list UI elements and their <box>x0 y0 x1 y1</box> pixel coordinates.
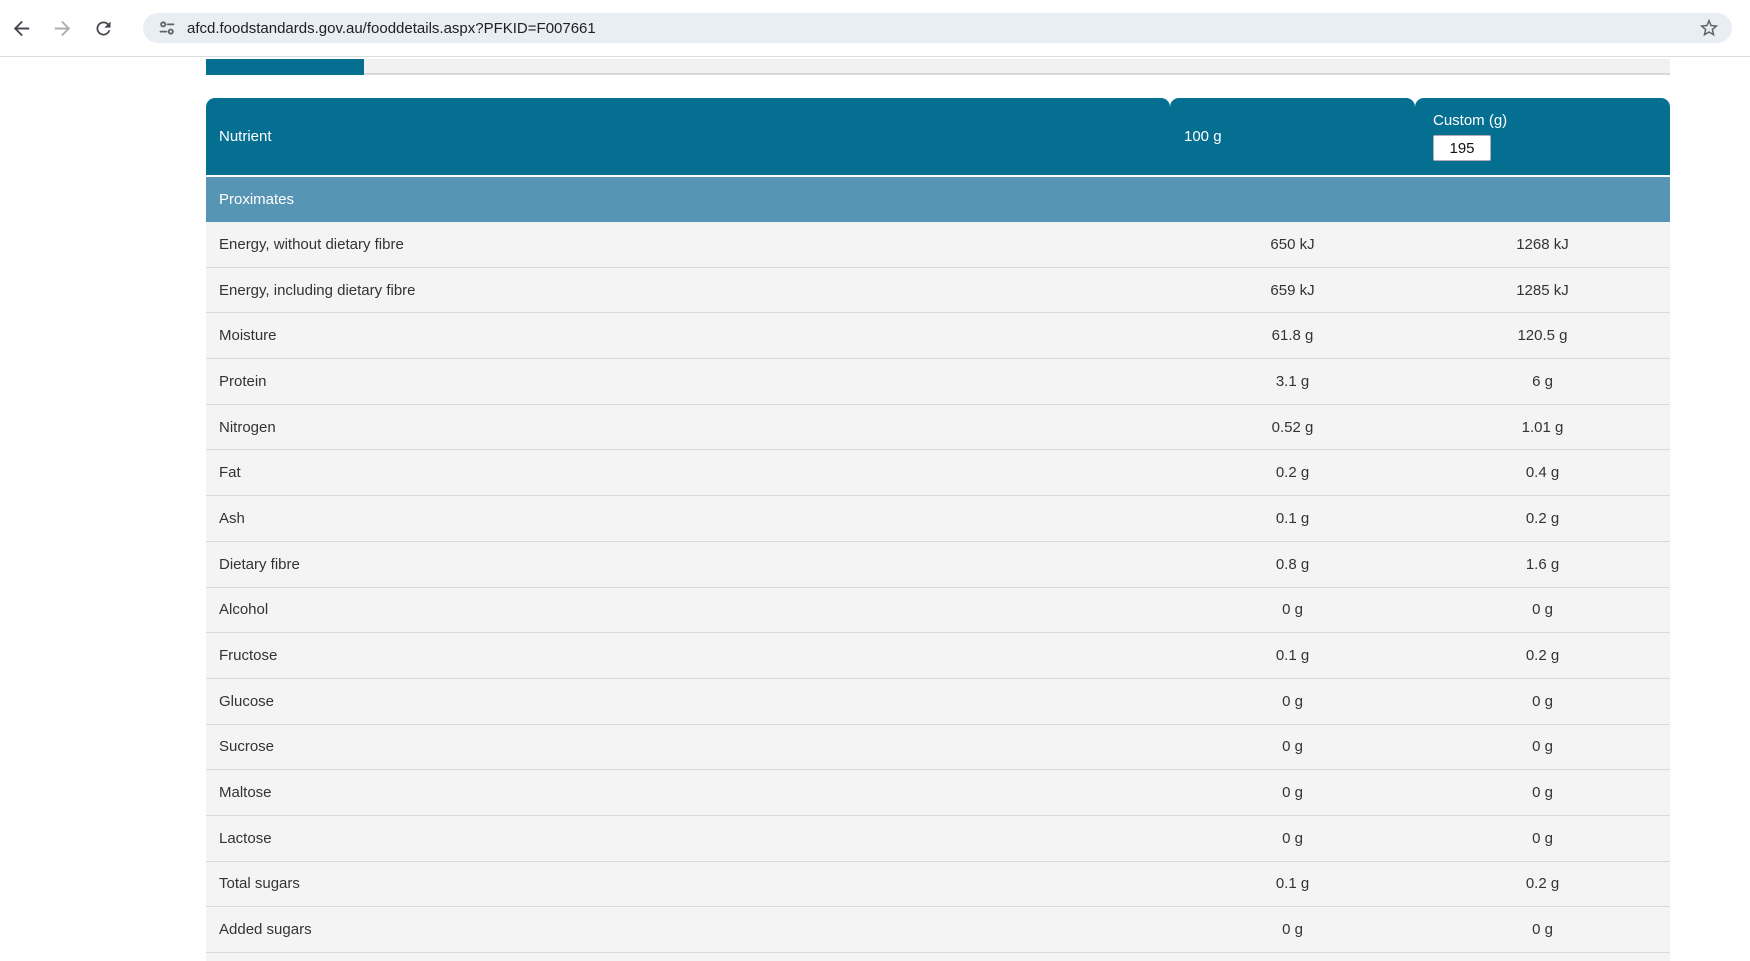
nutrient-name-cell: Alcohol <box>219 601 269 619</box>
header-nutrient: Nutrient <box>206 98 1170 175</box>
custom-value-cell: 0.2 g <box>1525 875 1560 893</box>
custom-value-cell: 1.01 g <box>1521 418 1564 436</box>
per-100g-value-cell: 0 g <box>1282 829 1303 847</box>
nutrient-name-cell: Dietary fibre <box>219 555 300 573</box>
custom-value-cell: 0.4 g <box>1525 464 1560 482</box>
custom-value-cell: 120.5 g <box>1517 327 1568 345</box>
back-button[interactable] <box>6 13 36 43</box>
forward-arrow-icon <box>51 17 74 40</box>
table-row: Fat 0.2 g 0.4 g <box>206 450 1670 497</box>
per-100g-value-cell: 0.1 g <box>1275 509 1310 527</box>
custom-value-cell: 1285 kJ <box>1516 281 1569 299</box>
nutrient-name-cell: Nitrogen <box>219 418 276 436</box>
table-row: Moisture 61.8 g 120.5 g <box>206 313 1670 360</box>
per-100g-value-cell: 0 g <box>1282 692 1303 710</box>
page-tab-strip <box>206 59 1670 75</box>
nutrient-name-cell: Glucose <box>219 692 275 710</box>
table-row: Dietary fibre 0.8 g 1.6 g <box>206 541 1670 588</box>
table-row: Lactose 0 g 0 g <box>206 815 1670 862</box>
active-page-tab[interactable] <box>206 59 364 75</box>
per-100g-value-cell: 3.1 g <box>1275 372 1310 390</box>
custom-value-cell: 0.2 g <box>1525 647 1560 665</box>
nutrient-name-cell: Energy, without dietary fibre <box>219 235 404 253</box>
header-custom-label: Custom (g) <box>1433 112 1508 129</box>
table-row: Maltose 0 g 0 g <box>206 770 1670 816</box>
table-row: Added sugars 0 g 0 g <box>206 907 1670 953</box>
nutrient-name-cell: Maltose <box>219 784 272 802</box>
table-row: Ash 0.1 g 0.2 g <box>206 496 1670 542</box>
per-100g-value-cell: 0.1 g <box>1275 647 1310 665</box>
custom-value-cell: 1268 kJ <box>1516 235 1569 253</box>
nutrient-name-cell: Total sugars <box>219 875 300 893</box>
header-custom: Custom (g) <box>1415 98 1670 175</box>
per-100g-value-cell: 0 g <box>1282 921 1303 939</box>
per-100g-value-cell: 61.8 g <box>1271 327 1314 345</box>
table-row: Energy, including dietary fibre 659 kJ 1… <box>206 267 1670 314</box>
table-row: Glucose 0 g 0 g <box>206 678 1670 725</box>
custom-value-cell: 0.2 g <box>1525 509 1560 527</box>
bookmark-star-icon <box>1698 17 1720 39</box>
tab-strip-background <box>364 59 1670 75</box>
nutrient-name-cell: Fructose <box>219 647 278 665</box>
site-info-icon[interactable] <box>157 18 177 38</box>
nutrient-name-cell: Fat <box>219 464 241 482</box>
custom-value-cell: 0 g <box>1532 692 1553 710</box>
table-row: Sucrose 0 g 0 g <box>206 724 1670 771</box>
table-row: Energy, without dietary fibre 650 kJ 126… <box>206 222 1670 268</box>
partial-next-row <box>206 953 1670 961</box>
custom-grams-input[interactable] <box>1433 135 1491 161</box>
nutrient-name-cell: Protein <box>219 372 267 390</box>
back-arrow-icon <box>10 17 33 40</box>
nutrient-name-cell: Energy, including dietary fibre <box>219 281 416 299</box>
custom-value-cell: 0 g <box>1532 784 1553 802</box>
table-row: Nitrogen 0.52 g 1.01 g <box>206 404 1670 451</box>
per-100g-value-cell: 0.1 g <box>1275 875 1310 893</box>
browser-toolbar: afcd.foodstandards.gov.au/fooddetails.as… <box>0 0 1750 57</box>
browser-window: afcd.foodstandards.gov.au/fooddetails.as… <box>0 0 1750 961</box>
table-row: Total sugars 0.1 g 0.2 g <box>206 861 1670 908</box>
table-row: Fructose 0.1 g 0.2 g <box>206 633 1670 679</box>
table-row: Alcohol 0 g 0 g <box>206 587 1670 634</box>
per-100g-value-cell: 0.2 g <box>1275 464 1310 482</box>
per-100g-value-cell: 0 g <box>1282 738 1303 756</box>
nutrient-name-cell: Sucrose <box>219 738 275 756</box>
per-100g-value-cell: 0 g <box>1282 601 1303 619</box>
nutrient-name-cell: Added sugars <box>219 921 312 939</box>
header-per-100g: 100 g <box>1170 98 1415 175</box>
refresh-icon <box>93 18 114 39</box>
custom-value-cell: 0 g <box>1532 829 1553 847</box>
per-100g-value-cell: 0.52 g <box>1271 418 1314 436</box>
nutrient-name-cell: Moisture <box>219 327 277 345</box>
url-bar[interactable]: afcd.foodstandards.gov.au/fooddetails.as… <box>143 13 1732 43</box>
custom-value-cell: 0 g <box>1532 601 1553 619</box>
per-100g-value-cell: 650 kJ <box>1270 235 1315 253</box>
table-row: Protein 3.1 g 6 g <box>206 359 1670 405</box>
table-body: Energy, without dietary fibre 650 kJ 126… <box>206 222 1670 953</box>
custom-value-cell: 0 g <box>1532 738 1553 756</box>
nutrient-name-cell: Lactose <box>219 829 272 847</box>
per-100g-value-cell: 0 g <box>1282 784 1303 802</box>
per-100g-value-cell: 0.8 g <box>1275 555 1310 573</box>
section-label: Proximates <box>219 191 295 208</box>
refresh-button[interactable] <box>88 13 118 43</box>
forward-button[interactable] <box>47 13 77 43</box>
bookmark-button[interactable] <box>1698 17 1720 39</box>
url-text: afcd.foodstandards.gov.au/fooddetails.as… <box>187 19 596 37</box>
custom-value-cell: 6 g <box>1532 372 1553 390</box>
section-header-proximates: Proximates <box>206 177 1670 222</box>
nutrient-name-cell: Ash <box>219 509 245 527</box>
table-header-row: Nutrient 100 g Custom (g) <box>206 98 1670 175</box>
custom-value-cell: 1.6 g <box>1525 555 1560 573</box>
custom-value-cell: 0 g <box>1532 921 1553 939</box>
nutrient-table: Nutrient 100 g Custom (g) Proximates Ene… <box>206 98 1670 961</box>
per-100g-value-cell: 659 kJ <box>1270 281 1315 299</box>
